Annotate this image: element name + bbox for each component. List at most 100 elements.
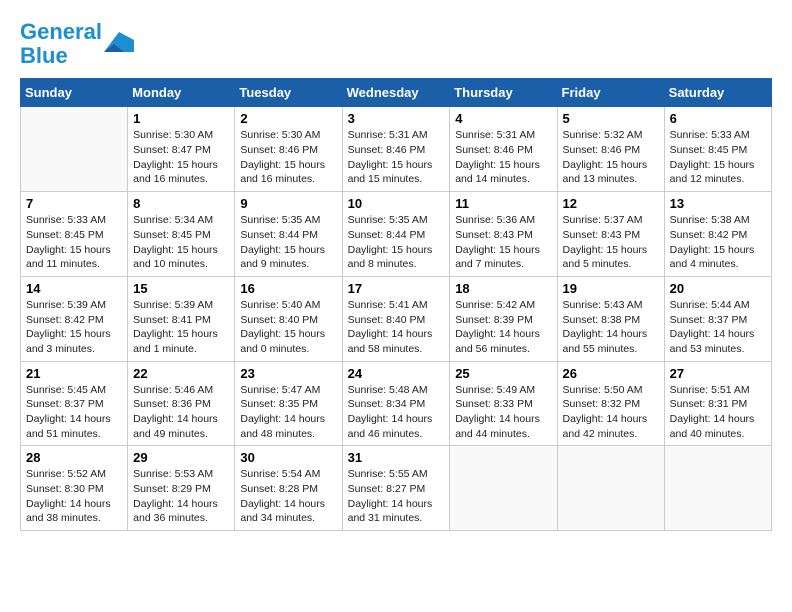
- day-info: Sunrise: 5:37 AMSunset: 8:43 PMDaylight:…: [563, 213, 659, 272]
- calendar-cell: 3 Sunrise: 5:31 AMSunset: 8:46 PMDaylight…: [342, 107, 450, 192]
- day-number: 11: [455, 196, 551, 211]
- day-info: Sunrise: 5:42 AMSunset: 8:39 PMDaylight:…: [455, 298, 551, 357]
- logo-text: General Blue: [20, 20, 102, 68]
- header-row: SundayMondayTuesdayWednesdayThursdayFrid…: [21, 79, 772, 107]
- calendar-cell: 10 Sunrise: 5:35 AMSunset: 8:44 PMDayligh…: [342, 192, 450, 277]
- calendar-cell: 28 Sunrise: 5:52 AMSunset: 8:30 PMDayligh…: [21, 446, 128, 531]
- day-number: 15: [133, 281, 229, 296]
- calendar-table: SundayMondayTuesdayWednesdayThursdayFrid…: [20, 78, 772, 531]
- day-info: Sunrise: 5:54 AMSunset: 8:28 PMDaylight:…: [240, 467, 336, 526]
- day-number: 1: [133, 111, 229, 126]
- day-number: 17: [348, 281, 445, 296]
- header-cell-sunday: Sunday: [21, 79, 128, 107]
- header-cell-tuesday: Tuesday: [235, 79, 342, 107]
- header-cell-wednesday: Wednesday: [342, 79, 450, 107]
- day-number: 24: [348, 366, 445, 381]
- calendar-cell: 20 Sunrise: 5:44 AMSunset: 8:37 PMDayligh…: [664, 276, 771, 361]
- day-info: Sunrise: 5:33 AMSunset: 8:45 PMDaylight:…: [670, 128, 766, 187]
- day-number: 29: [133, 450, 229, 465]
- calendar-cell: 2Sunrise: 5:30 AMSunset: 8:46 PMDaylight…: [235, 107, 342, 192]
- day-info: Sunrise: 5:49 AMSunset: 8:33 PMDaylight:…: [455, 383, 551, 442]
- day-info: Sunrise: 5:39 AMSunset: 8:41 PMDaylight:…: [133, 298, 229, 357]
- day-number: 10: [348, 196, 445, 211]
- day-info: Sunrise: 5:36 AMSunset: 8:43 PMDaylight:…: [455, 213, 551, 272]
- calendar-cell: [450, 446, 557, 531]
- header-cell-thursday: Thursday: [450, 79, 557, 107]
- day-info: Sunrise: 5:52 AMSunset: 8:30 PMDaylight:…: [26, 467, 122, 526]
- page-header: General Blue: [20, 20, 772, 68]
- calendar-cell: 24 Sunrise: 5:48 AMSunset: 8:34 PMDayligh…: [342, 361, 450, 446]
- calendar-cell: 21 Sunrise: 5:45 AMSunset: 8:37 PMDayligh…: [21, 361, 128, 446]
- calendar-cell: [21, 107, 128, 192]
- calendar-cell: 29 Sunrise: 5:53 AMSunset: 8:29 PMDayligh…: [128, 446, 235, 531]
- logo-icon: [104, 32, 134, 56]
- header-cell-friday: Friday: [557, 79, 664, 107]
- day-info: Sunrise: 5:38 AMSunset: 8:42 PMDaylight:…: [670, 213, 766, 272]
- calendar-cell: 27 Sunrise: 5:51 AMSunset: 8:31 PMDayligh…: [664, 361, 771, 446]
- day-info: Sunrise: 5:30 AMSunset: 8:47 PMDaylight:…: [133, 128, 229, 187]
- day-number: 26: [563, 366, 659, 381]
- calendar-cell: 18 Sunrise: 5:42 AMSunset: 8:39 PMDayligh…: [450, 276, 557, 361]
- calendar-cell: 14 Sunrise: 5:39 AMSunset: 8:42 PMDayligh…: [21, 276, 128, 361]
- day-info: Sunrise: 5:45 AMSunset: 8:37 PMDaylight:…: [26, 383, 122, 442]
- calendar-cell: 15 Sunrise: 5:39 AMSunset: 8:41 PMDayligh…: [128, 276, 235, 361]
- day-info: Sunrise: 5:41 AMSunset: 8:40 PMDaylight:…: [348, 298, 445, 357]
- day-number: 3: [348, 111, 445, 126]
- day-number: 16: [240, 281, 336, 296]
- calendar-cell: 30 Sunrise: 5:54 AMSunset: 8:28 PMDayligh…: [235, 446, 342, 531]
- day-number: 13: [670, 196, 766, 211]
- day-info: Sunrise: 5:43 AMSunset: 8:38 PMDaylight:…: [563, 298, 659, 357]
- day-number: 28: [26, 450, 122, 465]
- calendar-cell: 23Sunrise: 5:47 AMSunset: 8:35 PMDayligh…: [235, 361, 342, 446]
- day-number: 9: [240, 196, 336, 211]
- day-number: 18: [455, 281, 551, 296]
- day-number: 27: [670, 366, 766, 381]
- calendar-cell: 19 Sunrise: 5:43 AMSunset: 8:38 PMDayligh…: [557, 276, 664, 361]
- calendar-cell: [557, 446, 664, 531]
- day-info: Sunrise: 5:32 AMSunset: 8:46 PMDaylight:…: [563, 128, 659, 187]
- day-info: Sunrise: 5:34 AMSunset: 8:45 PMDaylight:…: [133, 213, 229, 272]
- calendar-cell: 6 Sunrise: 5:33 AMSunset: 8:45 PMDaylight…: [664, 107, 771, 192]
- calendar-cell: 9Sunrise: 5:35 AMSunset: 8:44 PMDaylight…: [235, 192, 342, 277]
- day-number: 31: [348, 450, 445, 465]
- header-cell-monday: Monday: [128, 79, 235, 107]
- calendar-cell: 5 Sunrise: 5:32 AMSunset: 8:46 PMDaylight…: [557, 107, 664, 192]
- day-number: 4: [455, 111, 551, 126]
- day-number: 21: [26, 366, 122, 381]
- calendar-cell: 11 Sunrise: 5:36 AMSunset: 8:43 PMDayligh…: [450, 192, 557, 277]
- day-number: 25: [455, 366, 551, 381]
- week-row-3: 14 Sunrise: 5:39 AMSunset: 8:42 PMDayligh…: [21, 276, 772, 361]
- day-info: Sunrise: 5:31 AMSunset: 8:46 PMDaylight:…: [455, 128, 551, 187]
- calendar-cell: 31Sunrise: 5:55 AMSunset: 8:27 PMDayligh…: [342, 446, 450, 531]
- calendar-cell: 7Sunrise: 5:33 AMSunset: 8:45 PMDaylight…: [21, 192, 128, 277]
- calendar-cell: 8 Sunrise: 5:34 AMSunset: 8:45 PMDaylight…: [128, 192, 235, 277]
- day-info: Sunrise: 5:53 AMSunset: 8:29 PMDaylight:…: [133, 467, 229, 526]
- day-number: 7: [26, 196, 122, 211]
- day-number: 22: [133, 366, 229, 381]
- day-info: Sunrise: 5:47 AMSunset: 8:35 PMDaylight:…: [240, 383, 336, 442]
- day-number: 5: [563, 111, 659, 126]
- week-row-4: 21 Sunrise: 5:45 AMSunset: 8:37 PMDayligh…: [21, 361, 772, 446]
- day-info: Sunrise: 5:44 AMSunset: 8:37 PMDaylight:…: [670, 298, 766, 357]
- day-info: Sunrise: 5:30 AMSunset: 8:46 PMDaylight:…: [240, 128, 336, 187]
- day-info: Sunrise: 5:31 AMSunset: 8:46 PMDaylight:…: [348, 128, 445, 187]
- day-number: 19: [563, 281, 659, 296]
- calendar-cell: 13 Sunrise: 5:38 AMSunset: 8:42 PMDayligh…: [664, 192, 771, 277]
- day-number: 8: [133, 196, 229, 211]
- day-info: Sunrise: 5:50 AMSunset: 8:32 PMDaylight:…: [563, 383, 659, 442]
- day-info: Sunrise: 5:48 AMSunset: 8:34 PMDaylight:…: [348, 383, 445, 442]
- day-number: 12: [563, 196, 659, 211]
- day-info: Sunrise: 5:39 AMSunset: 8:42 PMDaylight:…: [26, 298, 122, 357]
- day-info: Sunrise: 5:51 AMSunset: 8:31 PMDaylight:…: [670, 383, 766, 442]
- day-number: 6: [670, 111, 766, 126]
- day-number: 30: [240, 450, 336, 465]
- day-number: 20: [670, 281, 766, 296]
- logo: General Blue: [20, 20, 134, 68]
- calendar-cell: 16Sunrise: 5:40 AMSunset: 8:40 PMDayligh…: [235, 276, 342, 361]
- calendar-cell: [664, 446, 771, 531]
- week-row-2: 7Sunrise: 5:33 AMSunset: 8:45 PMDaylight…: [21, 192, 772, 277]
- day-number: 14: [26, 281, 122, 296]
- day-info: Sunrise: 5:35 AMSunset: 8:44 PMDaylight:…: [348, 213, 445, 272]
- week-row-1: 1 Sunrise: 5:30 AMSunset: 8:47 PMDaylight…: [21, 107, 772, 192]
- calendar-cell: 12 Sunrise: 5:37 AMSunset: 8:43 PMDayligh…: [557, 192, 664, 277]
